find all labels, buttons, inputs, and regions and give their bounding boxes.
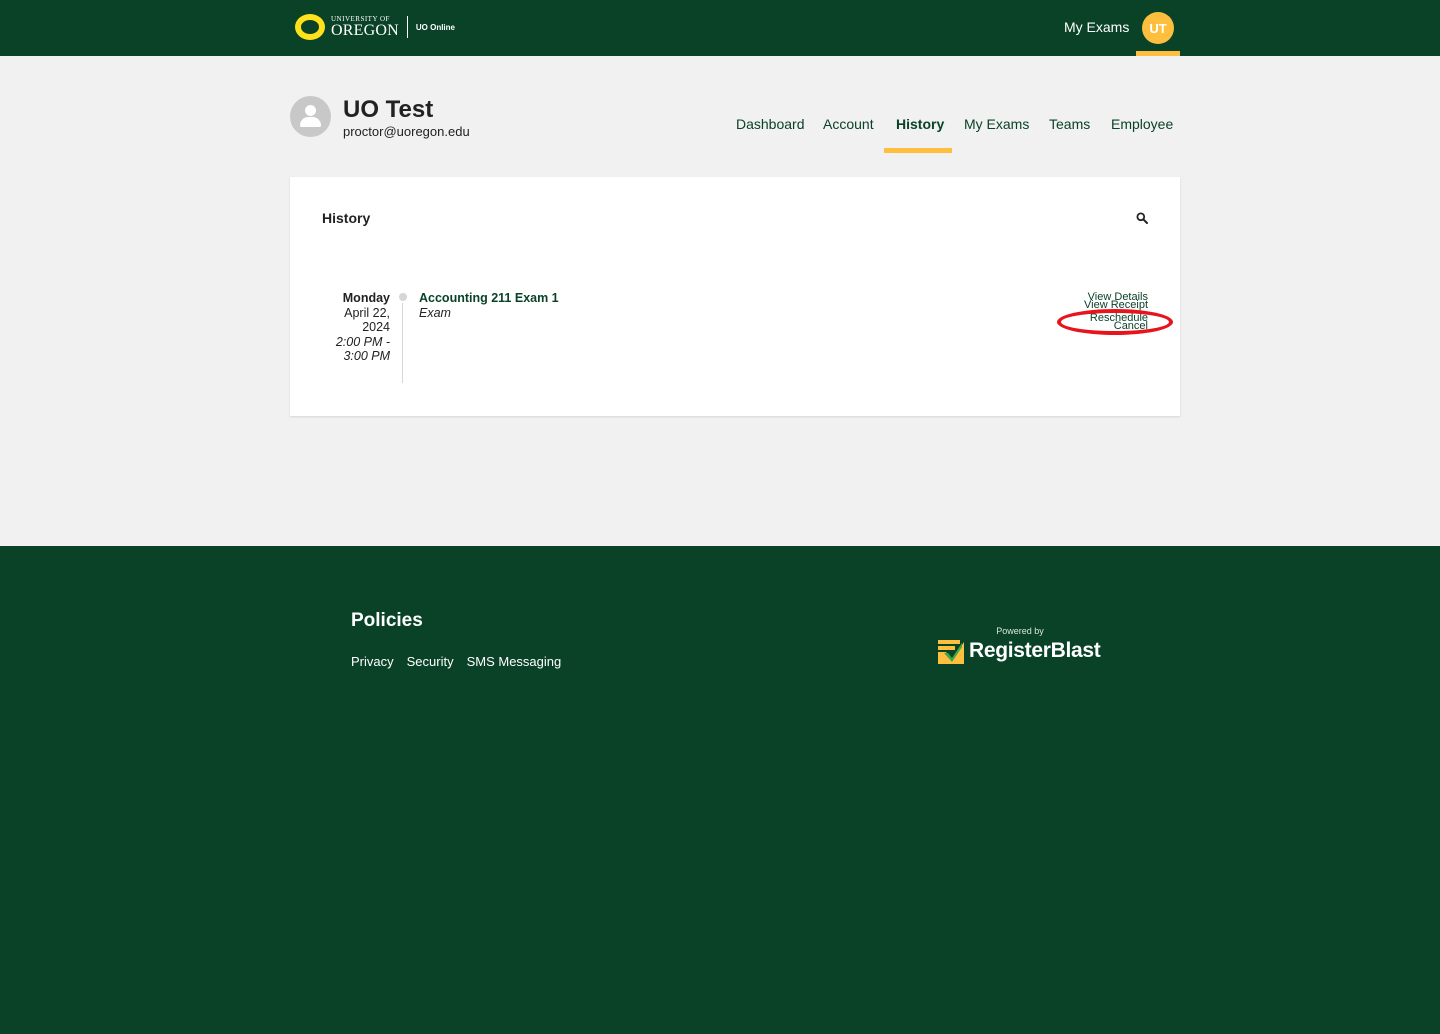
account-nav: Dashboard Account History My Exams Teams… — [0, 116, 1440, 156]
entry-time-line2: 3:00 PM — [343, 349, 390, 363]
active-tab-indicator — [884, 148, 952, 153]
tab-dashboard[interactable]: Dashboard — [736, 116, 805, 132]
uo-o-logo-icon — [295, 14, 325, 40]
powered-by-label: Powered by — [996, 626, 1044, 636]
entry-exam-title[interactable]: Accounting 211 Exam 1 — [419, 291, 559, 305]
entry-time-line1: 2:00 PM - — [335, 334, 390, 349]
top-header: UNIVERSITY OF OREGON UO Online My Exams … — [0, 0, 1440, 56]
registerblast-logo-icon — [938, 640, 964, 664]
header-my-exams-link[interactable]: My Exams — [1064, 19, 1129, 35]
university-logo[interactable]: UNIVERSITY OF OREGON UO Online — [295, 14, 455, 40]
footer-links: Privacy Security SMS Messaging — [351, 654, 561, 669]
logo-uo-online: UO Online — [415, 22, 455, 32]
footer-policies-heading: Policies — [351, 610, 423, 631]
entry-day: Monday — [342, 291, 390, 305]
tab-employee[interactable]: Employee — [1111, 116, 1173, 132]
user-avatar-button[interactable]: UT — [1142, 12, 1174, 44]
entry-date-line1: April 22, — [344, 305, 390, 320]
privacy-link[interactable]: Privacy — [351, 654, 394, 669]
history-card: History Monday April 22, 2024 2:00 PM - … — [290, 177, 1180, 416]
history-entry-date: Monday April 22, 2024 2:00 PM - 3:00 PM — [310, 291, 390, 364]
tab-account[interactable]: Account — [823, 116, 874, 132]
registerblast-wordmark: RegisterBlast — [969, 639, 1101, 662]
search-icon[interactable] — [1136, 212, 1148, 224]
tab-my-exams[interactable]: My Exams — [964, 116, 1029, 132]
history-title: History — [322, 210, 371, 226]
avatar-active-indicator — [1136, 51, 1180, 56]
entry-date-line2: 2024 — [362, 320, 390, 334]
footer: Policies Privacy Security SMS Messaging … — [0, 546, 1440, 1034]
security-link[interactable]: Security — [407, 654, 454, 669]
sms-messaging-link[interactable]: SMS Messaging — [467, 654, 562, 669]
timeline-dot — [399, 293, 407, 301]
entry-actions: View Details View Receipt Reschedule Can… — [1084, 291, 1148, 333]
view-receipt-link[interactable]: View Receipt — [1084, 299, 1148, 312]
entry-exam-type: Exam — [419, 306, 451, 320]
logo-oregon: OREGON — [331, 21, 399, 39]
tab-teams[interactable]: Teams — [1049, 116, 1090, 132]
logo-wordmark: UNIVERSITY OF OREGON — [331, 15, 399, 39]
timeline-line — [402, 303, 403, 383]
logo-divider — [406, 16, 408, 38]
powered-by-registerblast[interactable]: Powered by RegisterBlast — [937, 626, 1107, 664]
tab-history[interactable]: History — [896, 116, 944, 132]
